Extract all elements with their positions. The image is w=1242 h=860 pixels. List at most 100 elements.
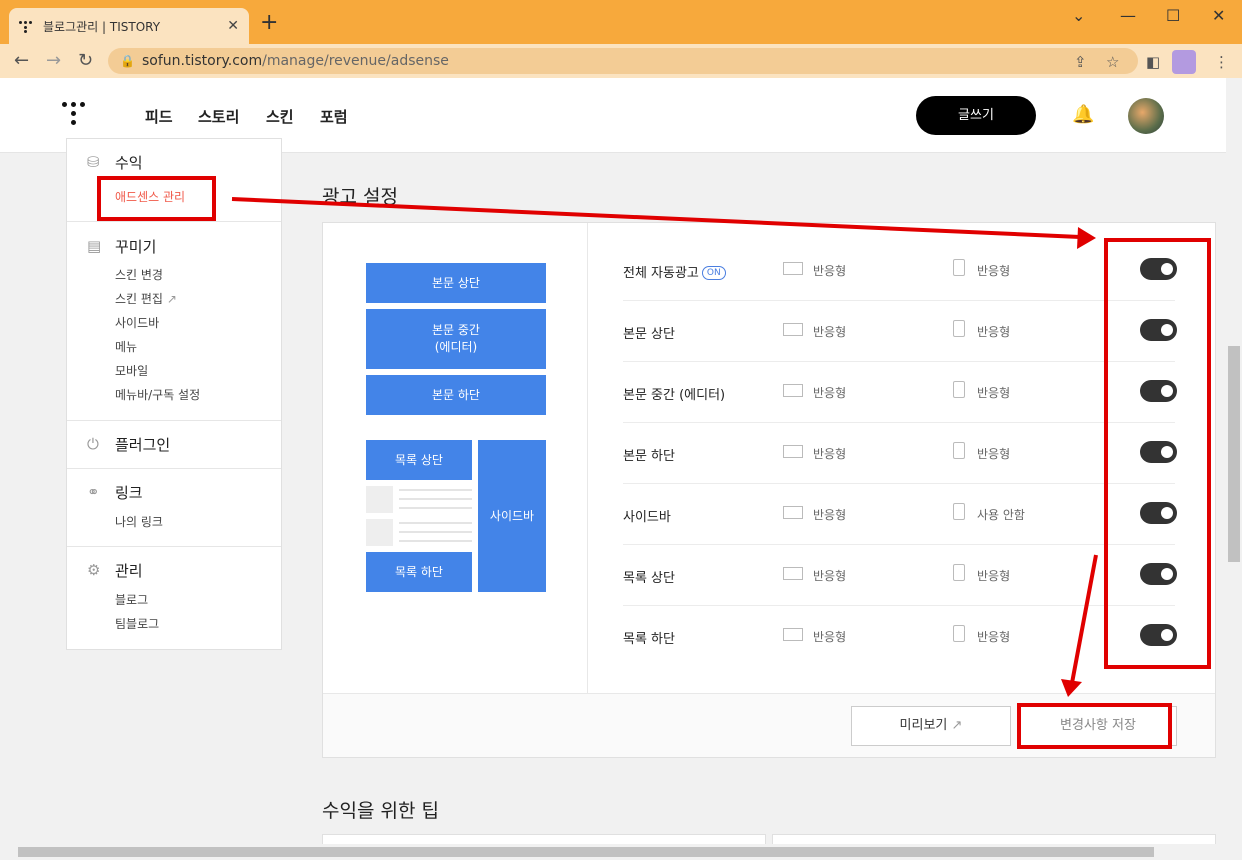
ad-row-label: 목록 상단 [623, 571, 675, 586]
tab-search-icon[interactable]: ⌄ [1072, 6, 1085, 25]
preview-placeholder-line [399, 507, 472, 509]
ad-row-body-top: 본문 상단 반응형 반응형 [623, 301, 1177, 362]
desktop-icon [783, 445, 803, 458]
ad-row-label-text: 전체 자동광고 [623, 266, 699, 281]
ad-row-label: 본문 하단 [623, 449, 675, 464]
pc-option[interactable]: 반응형 [813, 445, 846, 462]
sidepanel-icon[interactable]: ◧ [1146, 53, 1160, 71]
desktop-icon [783, 323, 803, 336]
pc-option[interactable]: 반응형 [813, 567, 846, 584]
external-link-icon: ↗ [166, 292, 177, 306]
share-icon[interactable]: ⇪ [1074, 53, 1087, 71]
mobile-icon [953, 381, 965, 398]
mobile-option[interactable]: 반응형 [977, 445, 1010, 462]
mobile-icon [953, 320, 965, 337]
tip-card[interactable] [322, 834, 766, 844]
preview-body-bottom: 본문 하단 [366, 375, 546, 415]
nav-skin[interactable]: 스킨 [266, 106, 294, 127]
mobile-icon [953, 259, 965, 276]
scrollbar-thumb[interactable] [1228, 346, 1240, 562]
ad-row-sidebar: 사이드바 반응형 사용 안함 [623, 484, 1177, 545]
preview-button[interactable]: 미리보기 ↗ [851, 706, 1011, 746]
sidebar-head-revenue[interactable]: 수익 [115, 152, 143, 173]
sidebar-head-plugin[interactable]: 플러그인 [115, 434, 170, 455]
sidebar-head-link[interactable]: 링크 [115, 482, 143, 503]
scrollbar-thumb[interactable] [18, 847, 1154, 857]
tistory-favicon [19, 19, 33, 33]
mobile-option[interactable]: 반응형 [977, 262, 1010, 279]
tab-close-icon[interactable]: ✕ [227, 18, 239, 34]
sidebar-section-decorate: ▤ 꾸미기 스킨 변경 스킨 편집 ↗ 사이드바 메뉴 모바일 메뉴바/구독 설… [67, 222, 281, 421]
mobile-option[interactable]: 반응형 [977, 323, 1010, 340]
sidebar-item-menubar[interactable]: 메뉴바/구독 설정 [115, 386, 200, 403]
nav-story[interactable]: 스토리 [198, 106, 239, 127]
ad-row-auto: 전체 자동광고 ON 반응형 반응형 [623, 240, 1177, 301]
minimize-icon[interactable]: — [1120, 6, 1136, 25]
sidebar-item-team-blog[interactable]: 팀블로그 [115, 615, 159, 632]
url-path: /manage/revenue/adsense [262, 53, 449, 69]
gear-icon: ⚙ [87, 561, 101, 579]
maximize-icon[interactable]: ☐ [1166, 6, 1180, 25]
bell-icon[interactable]: 🔔 [1072, 104, 1094, 125]
pc-option[interactable]: 반응형 [813, 628, 846, 645]
link-icon: ⚭ [87, 483, 100, 501]
sidebar-item-skin-change[interactable]: 스킨 변경 [115, 266, 163, 283]
write-button[interactable]: 글쓰기 [916, 96, 1036, 135]
pc-option[interactable]: 반응형 [813, 384, 846, 401]
sidebar-item-menu[interactable]: 메뉴 [115, 338, 137, 355]
sidebar-section-manage: ⚙ 관리 블로그 팀블로그 [67, 547, 281, 649]
browser-tab[interactable]: 블로그관리 | TISTORY ✕ [9, 8, 249, 44]
ad-row-body-bottom: 본문 하단 반응형 반응형 [623, 423, 1177, 484]
nav-feed[interactable]: 피드 [145, 106, 173, 127]
mobile-option[interactable]: 반응형 [977, 384, 1010, 401]
sidebar-head-decorate[interactable]: 꾸미기 [115, 236, 156, 257]
on-badge: ON [701, 266, 726, 280]
annotation-box-adsense [97, 176, 216, 221]
url-field[interactable]: 🔒 sofun.tistory.com/manage/revenue/adsen… [108, 48, 1138, 74]
preview-placeholder-thumb [366, 519, 393, 546]
preview-list-bottom: 목록 하단 [366, 552, 472, 592]
star-icon[interactable]: ☆ [1106, 53, 1119, 71]
tistory-logo-icon[interactable] [62, 100, 86, 128]
forward-icon[interactable]: → [46, 50, 61, 71]
pc-option[interactable]: 반응형 [813, 506, 846, 523]
annotation-box-save [1017, 703, 1172, 749]
sidebar-item-sidebar[interactable]: 사이드바 [115, 314, 159, 331]
back-icon[interactable]: ← [14, 50, 29, 71]
external-link-icon: ↗ [951, 718, 963, 733]
pc-option[interactable]: 반응형 [813, 262, 846, 279]
tab-title: 블로그관리 | TISTORY [43, 19, 161, 34]
coins-icon: ⛁ [87, 153, 100, 171]
desktop-icon [783, 506, 803, 519]
new-tab-icon[interactable]: + [260, 12, 278, 34]
horizontal-scrollbar[interactable] [0, 844, 1242, 860]
plug-icon: ⏻ [87, 435, 99, 453]
lock-icon: 🔒 [120, 54, 135, 68]
ad-row-list-bottom: 목록 하단 반응형 반응형 [623, 606, 1177, 667]
sidebar-head-manage[interactable]: 관리 [115, 560, 143, 581]
mobile-option[interactable]: 사용 안함 [977, 506, 1025, 523]
sidebar-item-mobile[interactable]: 모바일 [115, 362, 148, 379]
avatar[interactable] [1128, 98, 1164, 134]
nav-forum[interactable]: 포럼 [320, 106, 348, 127]
preview-placeholder-thumb [366, 486, 393, 513]
reload-icon[interactable]: ↻ [78, 50, 93, 71]
profile-avatar-icon[interactable] [1172, 50, 1196, 74]
sidebar-item-blog[interactable]: 블로그 [115, 591, 148, 608]
desktop-icon [783, 384, 803, 397]
browser-titlebar: 블로그관리 | TISTORY ✕ + ⌄ — ☐ ✕ [0, 0, 1242, 44]
vertical-scrollbar[interactable] [1226, 78, 1242, 844]
desktop-icon [783, 628, 803, 641]
menu-icon[interactable]: ⋮ [1214, 53, 1229, 71]
close-window-icon[interactable]: ✕ [1212, 6, 1225, 25]
sidebar-item-skin-edit-label: 스킨 편집 [115, 292, 163, 306]
pc-option[interactable]: 반응형 [813, 323, 846, 340]
preview-body-middle: 본문 중간 (에디터) [366, 309, 546, 369]
sidebar-item-skin-edit[interactable]: 스킨 편집 ↗ [115, 290, 177, 307]
tip-card[interactable] [772, 834, 1216, 844]
mobile-option[interactable]: 반응형 [977, 567, 1010, 584]
page-title: 광고 설정 [322, 186, 398, 208]
mobile-option[interactable]: 반응형 [977, 628, 1010, 645]
panel-divider [587, 223, 588, 693]
sidebar-item-my-link[interactable]: 나의 링크 [115, 513, 163, 530]
